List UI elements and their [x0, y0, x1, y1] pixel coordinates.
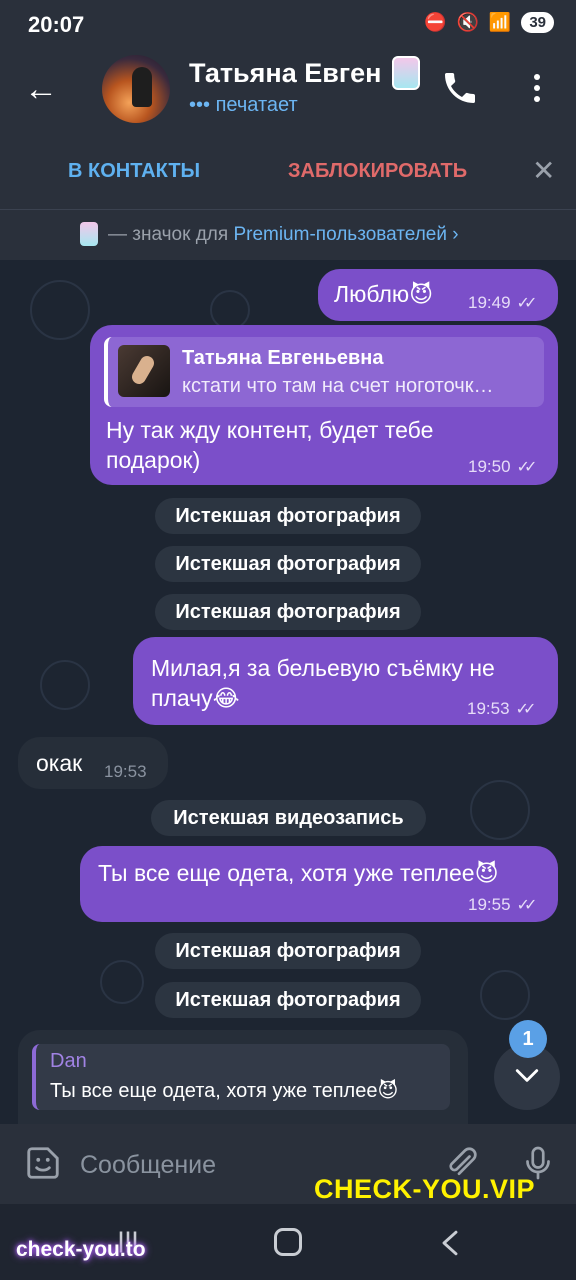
- expired-photo-notice: Истекшая фотография: [155, 933, 421, 969]
- expired-photo-notice: Истекшая фотография: [155, 594, 421, 630]
- message-text: окак: [36, 750, 83, 776]
- message-meta: 19:55 ✓✓: [468, 895, 538, 915]
- read-ticks-icon: ✓✓: [516, 897, 538, 914]
- reply-thumbnail: [118, 345, 170, 397]
- premium-link[interactable]: Premium-пользователей: [233, 224, 447, 245]
- status-bar: 20:07 ⛔ 🔇 📶 39: [0, 0, 576, 52]
- expired-photo-notice: Истекшая фотография: [155, 982, 421, 1018]
- chat-header: ← Татьяна Евген ••• печатает: [0, 52, 576, 136]
- message-bubble-outgoing[interactable]: Татьяна Евгеньевна кстати что там на сче…: [90, 325, 558, 485]
- message-time: 19:49: [468, 293, 511, 312]
- chevron-right-icon: ›: [452, 224, 459, 245]
- status-time: 20:07: [28, 12, 85, 37]
- premium-info-text: — значок для Premium-пользователей ›: [108, 224, 459, 246]
- unread-count-badge: 1: [509, 1020, 547, 1058]
- reply-preview[interactable]: Татьяна Евгеньевна кстати что там на сче…: [104, 337, 544, 407]
- chevron-down-icon: [515, 1069, 539, 1082]
- read-ticks-icon: ✓✓: [516, 295, 538, 312]
- read-ticks-icon: ✓✓: [515, 701, 537, 718]
- premium-badge-icon: [80, 222, 98, 246]
- message-bubble-outgoing[interactable]: Люблю😈 19:49 ✓✓: [318, 269, 558, 321]
- close-icon[interactable]: ✕: [532, 154, 555, 187]
- premium-prefix: — значок для: [108, 224, 234, 245]
- more-menu-icon[interactable]: [532, 70, 542, 106]
- action-bar: В КОНТАКТЫ ЗАБЛОКИРОВАТЬ ✕: [0, 136, 576, 210]
- message-time: 19:53: [467, 699, 510, 718]
- home-button-icon[interactable]: [274, 1228, 302, 1256]
- expired-photo-notice: Истекшая фотография: [155, 546, 421, 582]
- add-contact-button[interactable]: В КОНТАКТЫ: [68, 160, 200, 183]
- dnd-icon: ⛔: [424, 12, 447, 32]
- quote-author: Dan: [50, 1050, 87, 1072]
- message-bubble-incoming[interactable]: Dan Ты все еще одета, хотя уже теплее😈: [18, 1030, 468, 1124]
- message-text: Ты все еще одета, хотя уже теплее😈: [98, 860, 499, 886]
- message-time: 19:55: [468, 895, 511, 914]
- message-bubble-outgoing[interactable]: Ты все еще одета, хотя уже теплее😈 19:55…: [80, 846, 558, 922]
- message-text: Ну так жду контент, будет тебе подарок): [106, 417, 434, 473]
- sticker-emoji-icon[interactable]: [24, 1144, 62, 1182]
- back-arrow-icon[interactable]: ←: [24, 70, 58, 109]
- message-text: Люблю😈: [334, 281, 434, 307]
- message-meta: 19:50 ✓✓: [468, 457, 538, 477]
- message-bubble-outgoing[interactable]: Милая,я за бельевую съёмку не плачу😂 19:…: [133, 637, 558, 725]
- expired-video-notice: Истекшая видеозапись: [151, 800, 426, 836]
- message-meta: 19:49 ✓✓: [468, 293, 538, 313]
- mute-icon: 🔇: [456, 12, 479, 32]
- quote-preview[interactable]: Dan Ты все еще одета, хотя уже теплее😈: [32, 1044, 450, 1110]
- message-bubble-incoming[interactable]: окак 19:53: [18, 737, 168, 789]
- block-user-button[interactable]: ЗАБЛОКИРОВАТЬ: [288, 160, 467, 183]
- battery-indicator: 39: [521, 12, 554, 33]
- watermark-top: CHECK-YOU.VIP: [314, 1174, 536, 1204]
- watermark-bottom: check-you.to: [16, 1238, 146, 1261]
- read-ticks-icon: ✓✓: [516, 459, 538, 476]
- message-meta: 19:53 ✓✓: [467, 699, 537, 719]
- contact-name[interactable]: Татьяна Евген: [189, 58, 381, 89]
- telegram-chat-screen: 20:07 ⛔ 🔇 📶 39 ← Татьяна Евген ••• печат…: [0, 0, 576, 1280]
- typing-status: ••• печатает: [189, 94, 298, 116]
- premium-info-bar[interactable]: — значок для Premium-пользователей ›: [0, 210, 576, 260]
- quote-text: Ты все еще одета, хотя уже теплее😈: [50, 1080, 399, 1102]
- message-time: 19:50: [468, 457, 511, 476]
- message-list[interactable]: Люблю😈 19:49 ✓✓ Татьяна Евгеньевна кстати…: [0, 260, 576, 1124]
- nav-back-icon[interactable]: [438, 1228, 462, 1258]
- message-time: 19:53: [104, 762, 147, 781]
- reply-text: кстати что там на счет ноготочк…: [182, 375, 494, 397]
- phone-icon[interactable]: [440, 68, 480, 108]
- reply-author: Татьяна Евгеньевна: [182, 347, 384, 369]
- avatar[interactable]: [102, 55, 170, 123]
- expired-photo-notice: Истекшая фотография: [155, 498, 421, 534]
- premium-badge-icon: [392, 56, 420, 90]
- wifi-icon: 📶: [488, 12, 512, 32]
- status-icons: ⛔ 🔇 📶 39: [424, 12, 554, 33]
